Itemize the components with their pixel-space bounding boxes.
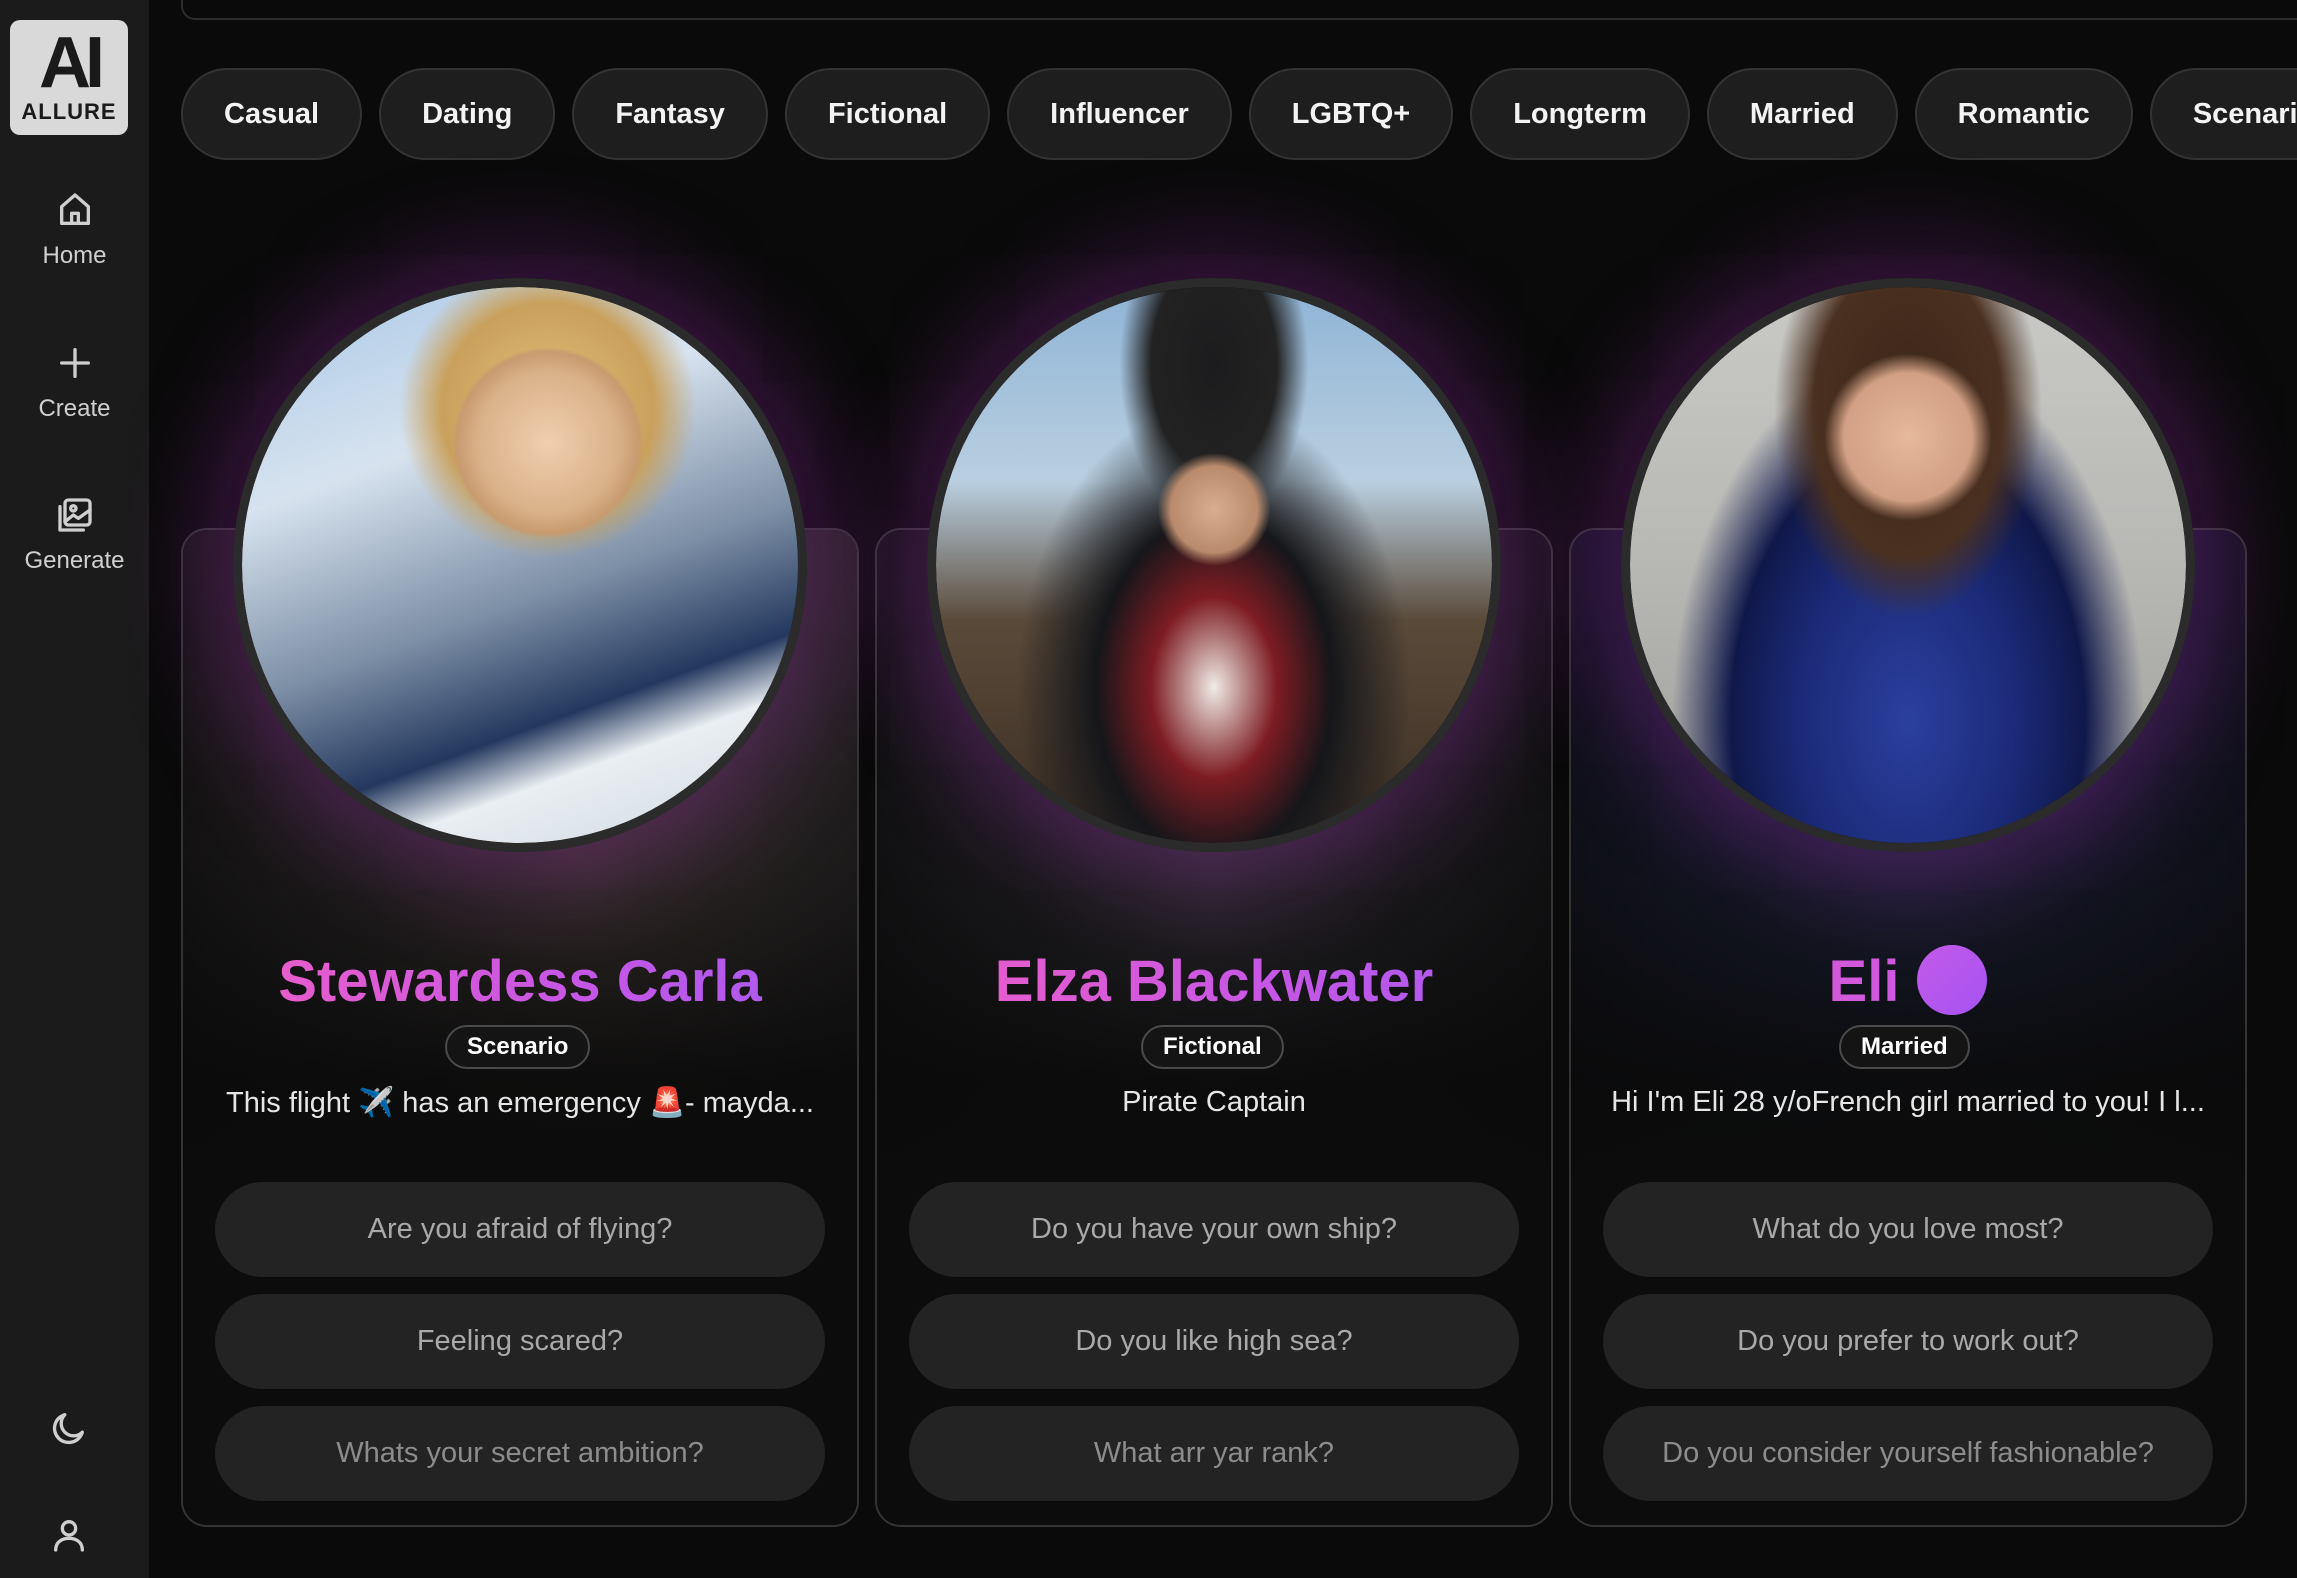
sidebar-item-label: Generate <box>24 547 125 574</box>
tag-casual[interactable]: Casual <box>181 68 363 160</box>
character-description: This flight ✈️ has an emergency 🚨- mayda… <box>225 1087 814 1119</box>
suggested-question-button[interactable]: Do you have your own ship? <box>909 1182 1519 1277</box>
tag-married[interactable]: Married <box>1706 68 1898 160</box>
tag-longterm[interactable]: Longterm <box>1470 68 1690 160</box>
user-icon[interactable] <box>49 1515 89 1555</box>
home-icon <box>59 193 90 225</box>
category-tags: Casual Dating Fantasy Fictional Influenc… <box>181 68 2297 160</box>
avatar[interactable] <box>233 278 807 852</box>
suggested-question-button[interactable]: What do you love most? <box>1603 1182 2213 1277</box>
character-name: Elza Blackwater <box>875 948 1553 1015</box>
tag-romantic[interactable]: Romantic <box>1914 68 2133 160</box>
suggested-question-button[interactable]: Whats your secret ambition? <box>215 1406 825 1501</box>
avatar-image <box>242 287 798 843</box>
sidebar-item-home[interactable]: Home <box>0 190 149 270</box>
suggested-question-button[interactable]: Are you afraid of flying? <box>215 1182 825 1277</box>
avatar[interactable] <box>927 278 1501 852</box>
category-badge: Fictional <box>1141 1025 1284 1069</box>
sidebar-item-create[interactable]: Create <box>0 343 149 423</box>
character-name-text: Stewardess Carla <box>278 949 762 1014</box>
suggested-question-button[interactable]: Do you consider yourself fashionable? <box>1603 1406 2213 1501</box>
character-name: Stewardess Carla <box>181 948 859 1015</box>
image-gallery-icon <box>57 498 92 532</box>
avatar-image <box>936 287 1492 843</box>
avatar-image <box>1630 287 2186 843</box>
character-name-text: Eli <box>1828 949 1900 1014</box>
suggested-question-button[interactable]: Do you prefer to work out? <box>1603 1294 2213 1389</box>
character-name: Eli <box>1569 944 2247 1021</box>
search-bar-frame <box>181 0 2297 20</box>
logo-mark: AI <box>39 22 105 103</box>
sidebar-item-label: Create <box>38 395 111 422</box>
plus-icon <box>59 348 90 378</box>
sidebar-item-label: Home <box>42 242 107 269</box>
logo-word: ALLURE <box>21 98 117 124</box>
tag-dating[interactable]: Dating <box>379 68 556 160</box>
tag-scenario[interactable]: Scenario <box>2149 68 2297 160</box>
tag-fantasy[interactable]: Fantasy <box>572 68 768 160</box>
tag-fictional[interactable]: Fictional <box>784 68 991 160</box>
character-name-text: Elza Blackwater <box>994 949 1434 1014</box>
suggested-question-button[interactable]: What arr yar rank? <box>909 1406 1519 1501</box>
tag-lgbtq[interactable]: LGBTQ+ <box>1248 68 1454 160</box>
avatar[interactable] <box>1621 278 2195 852</box>
category-badge: Married <box>1839 1025 1970 1069</box>
character-description: Pirate Captain <box>1122 1086 1306 1118</box>
status-dot-icon <box>1917 944 1988 1015</box>
category-badge: Scenario <box>445 1025 591 1069</box>
sidebar: AI ALLURE Home Create Generate <box>0 0 149 1578</box>
app-logo[interactable]: AI ALLURE <box>10 20 128 135</box>
tag-influencer[interactable]: Influencer <box>1007 68 1232 160</box>
character-description: Hi I'm Eli 28 y/oFrench girl married to … <box>1611 1086 2205 1118</box>
moon-icon[interactable] <box>49 1408 89 1448</box>
sidebar-item-generate[interactable]: Generate <box>0 495 149 575</box>
suggested-question-button[interactable]: Feeling scared? <box>215 1294 825 1389</box>
suggested-question-button[interactable]: Do you like high sea? <box>909 1294 1519 1389</box>
